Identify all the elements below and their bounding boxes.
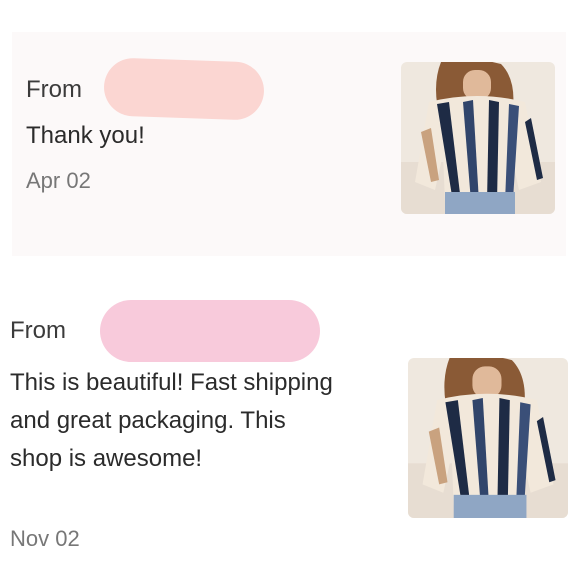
product-thumbnail[interactable] [401,62,555,214]
blouse-photo-icon [401,62,555,214]
review-message: Thank you! [26,122,145,149]
blouse-photo-icon [408,358,568,518]
review-card: From This is beautiful! Fast shipping an… [0,290,580,562]
review-sender: From [26,76,82,104]
review-card: From Thank you! Apr 02 [12,32,566,256]
review-sender: From [10,317,66,345]
from-label: From [26,76,82,103]
from-label: From [10,317,66,344]
review-date: Nov 02 [10,526,80,551]
review-date: Apr 02 [26,168,91,193]
redacted-username [100,300,320,362]
redacted-username [103,57,265,121]
review-message: This is beautiful! Fast shipping and gre… [10,369,333,472]
product-thumbnail[interactable] [408,358,568,518]
